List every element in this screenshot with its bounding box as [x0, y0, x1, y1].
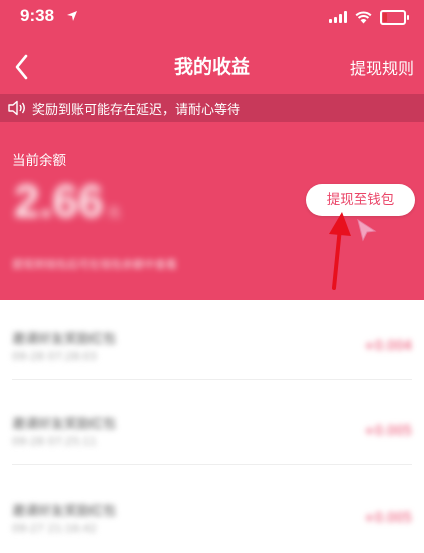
record-date: 09-28 07:28:03: [12, 350, 97, 363]
withdraw-rules-link[interactable]: 提现规则: [350, 55, 414, 79]
balance-note: 提现到钱包后可在钱包余额中查看: [12, 258, 177, 271]
record-amount: +0.005: [363, 511, 412, 526]
list-item[interactable]: 邀请好友奖励红包 09-28 07:25:11 +0.005: [0, 385, 424, 465]
balance-panel: 当前余额 2.66 元 提现到钱包后可在钱包余额中查看 提现至钱包: [0, 122, 424, 300]
battery-icon: [380, 9, 409, 25]
record-title: 邀请好友奖励红包: [12, 332, 117, 347]
balance-unit: 元: [107, 205, 121, 220]
list-item[interactable]: 邀请好友奖励红包 09-27 21:16:42 +0.005: [0, 472, 424, 552]
balance-amount: 2.66 元: [14, 174, 121, 228]
record-date: 09-27 21:16:42: [12, 522, 97, 535]
divider: [12, 379, 412, 380]
notice-bar: 奖励到账可能存在延迟，请耐心等待: [0, 94, 424, 122]
nav-bar: 我的收益 提现规则: [0, 34, 424, 94]
record-title: 邀请好友奖励红包: [12, 504, 117, 519]
speaker-icon: [8, 100, 25, 116]
location-arrow-icon: [67, 11, 77, 21]
arrow-annotation-icon: [329, 212, 351, 290]
wifi-icon: [355, 10, 372, 23]
divider: [12, 464, 412, 465]
record-amount: +0.004: [363, 339, 412, 354]
balance-amount-value: 2.66: [14, 175, 104, 227]
signal-icon: [329, 11, 347, 23]
status-bar: 9:38: [0, 0, 424, 34]
record-date: 09-28 07:25:11: [12, 435, 97, 448]
record-title: 邀请好友奖励红包: [12, 417, 117, 432]
record-amount: +0.005: [363, 424, 412, 439]
status-time: 9:38: [20, 6, 55, 25]
list-item[interactable]: 邀请好友奖励红包 09-28 07:28:03 +0.004: [0, 300, 424, 380]
pointer-cursor-icon: [357, 218, 377, 242]
balance-label: 当前余额: [12, 153, 66, 169]
notice-text: 奖励到账可能存在延迟，请耐心等待: [32, 103, 241, 118]
